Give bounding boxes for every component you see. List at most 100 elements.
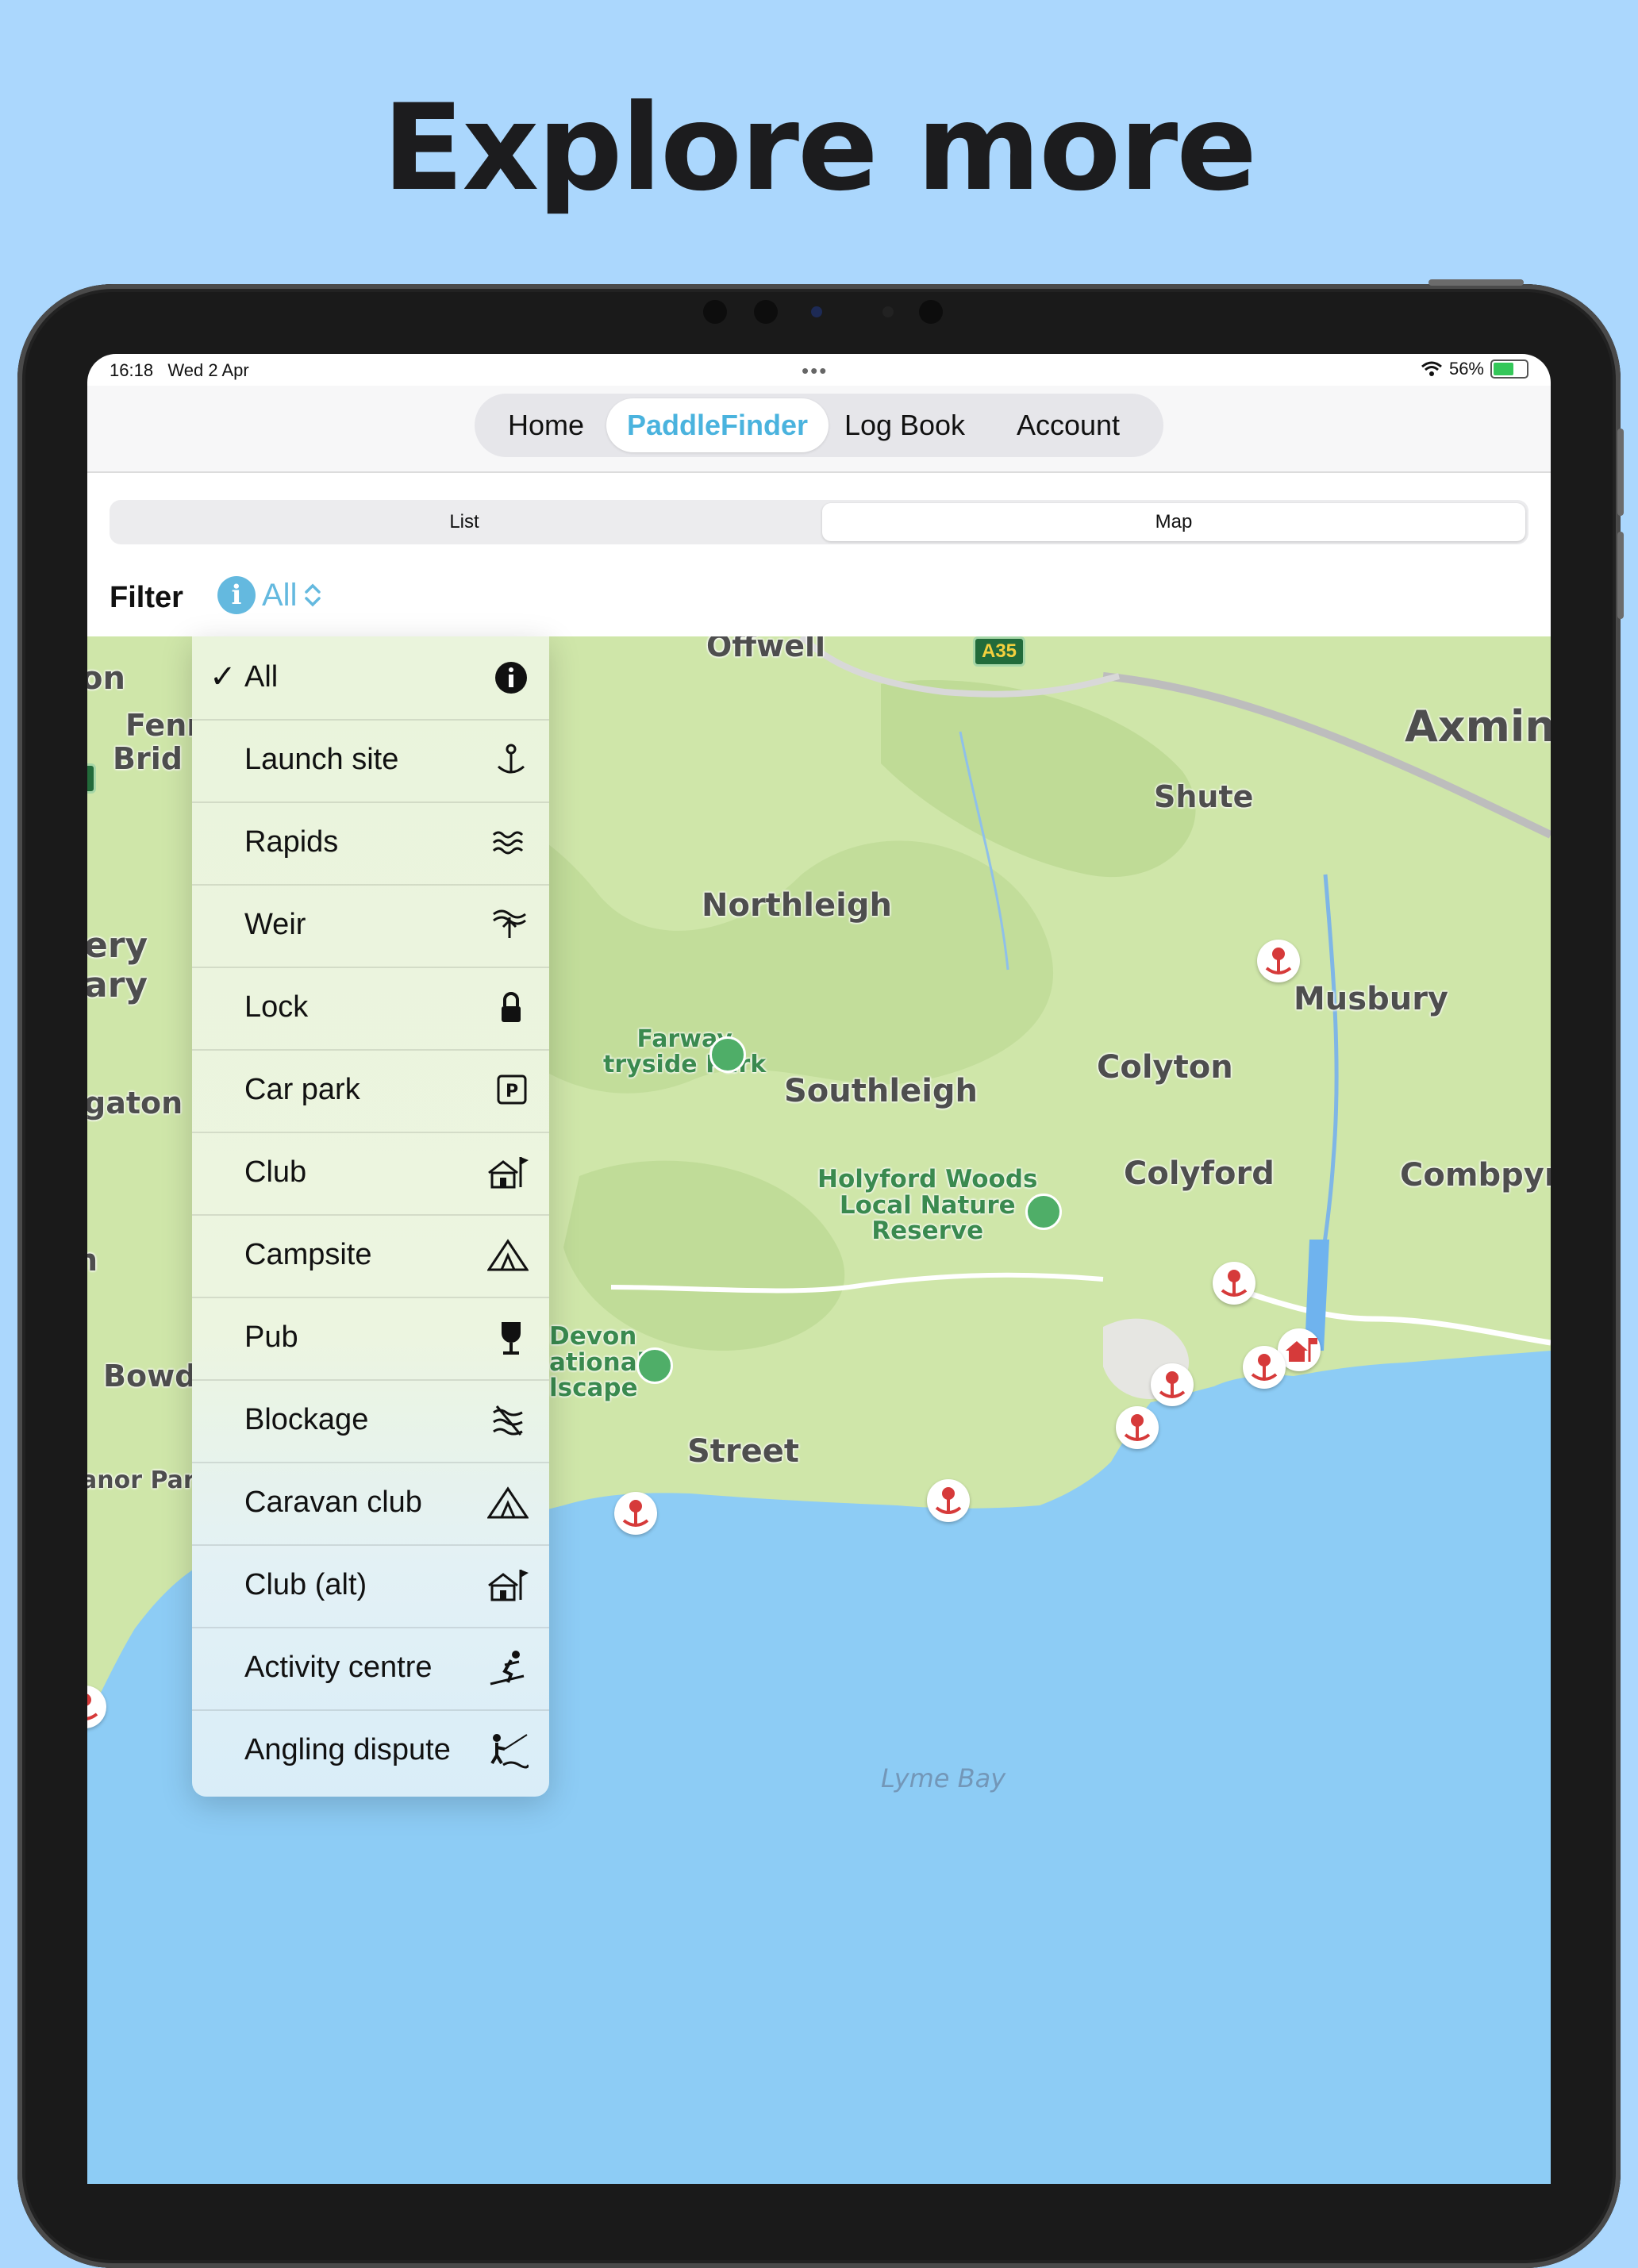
map-pin-launch-site-icon[interactable]	[1257, 940, 1300, 982]
filter-label: Filter	[110, 581, 183, 614]
filter-bar: Filter i All	[87, 557, 1551, 636]
road-sign-a35: A35	[973, 636, 1026, 667]
map-pin-launch-site-icon[interactable]	[1243, 1346, 1286, 1389]
status-bar: 16:18 Wed 2 Apr ••• 56%	[87, 354, 1551, 386]
map-label-partial: n	[87, 1243, 98, 1278]
club-icon	[488, 1157, 529, 1189]
wifi-icon	[1421, 361, 1442, 376]
top-navigation: Home PaddleFinder Log Book Account	[87, 386, 1551, 473]
map-label-combpyne: Combpyn	[1400, 1157, 1551, 1194]
map-label-holyford: Holyford Woods Local Nature Reserve	[817, 1165, 1038, 1246]
caravan-club-icon	[487, 1486, 529, 1519]
map-pin-launch-site-icon[interactable]	[1151, 1363, 1194, 1406]
filter-select[interactable]: i All	[217, 576, 322, 614]
map-label-bridge: Brid	[113, 741, 183, 776]
status-indicators: 56%	[1421, 359, 1528, 379]
blockage-icon	[493, 1405, 523, 1436]
park-icon	[709, 1036, 746, 1073]
camera-icon	[703, 300, 727, 324]
map-view-button[interactable]: Map	[822, 503, 1525, 541]
filter-option-blockage[interactable]: Blockage	[192, 1379, 549, 1463]
map-label-partial: on	[87, 660, 125, 697]
map-label-axminster: Axmins	[1405, 702, 1551, 752]
map-pin-launch-site-icon[interactable]	[614, 1492, 657, 1535]
filter-option-car-park[interactable]: Car park P	[192, 1049, 549, 1133]
tab-account[interactable]: Account	[981, 398, 1155, 452]
filter-option-activity-centre[interactable]: Activity centre	[192, 1627, 549, 1711]
filter-option-label: Club (alt)	[244, 1568, 367, 1601]
filter-option-angling-dispute[interactable]: Angling dispute	[192, 1709, 549, 1792]
view-toggle: List Map	[110, 500, 1528, 544]
filter-option-weir[interactable]: Weir	[192, 884, 549, 968]
map-label-street: Street	[687, 1433, 800, 1470]
filter-option-label: All	[244, 660, 279, 694]
filter-option-label: Launch site	[244, 743, 399, 776]
car-park-icon: P	[497, 1074, 527, 1105]
filter-option-launch-site[interactable]: Launch site	[192, 719, 549, 803]
camera-icon	[919, 300, 943, 324]
list-view-button[interactable]: List	[113, 503, 816, 541]
multitasking-dots-icon[interactable]: •••	[802, 359, 828, 383]
volume-down-button	[1617, 532, 1624, 619]
pub-icon	[502, 1322, 521, 1355]
lock-icon	[502, 992, 521, 1022]
map-label-bowd: Bowd	[103, 1359, 197, 1393]
road-sign: 0	[87, 763, 97, 794]
filter-option-club[interactable]: Club	[192, 1132, 549, 1216]
map-label-lyme-bay: Lyme Bay	[881, 1763, 1006, 1793]
club-alt-icon	[488, 1570, 529, 1601]
map-label-colyton: Colyton	[1097, 1049, 1233, 1086]
filter-option-campsite[interactable]: Campsite	[192, 1214, 549, 1298]
activity-centre-icon	[490, 1651, 525, 1686]
sensor-icon	[811, 306, 822, 317]
volume-up-button	[1617, 429, 1624, 516]
map-label-partial: ery	[87, 925, 148, 966]
headline: Explore more	[382, 79, 1257, 217]
filter-option-label: Blockage	[244, 1403, 369, 1436]
map-label-offwell: Offwell	[706, 636, 826, 663]
filter-option-label: Activity centre	[244, 1651, 433, 1684]
campsite-icon	[487, 1239, 529, 1271]
map-label-partial: gaton	[87, 1086, 183, 1121]
launch-site-icon	[498, 744, 525, 774]
map-label-musbury: Musbury	[1294, 981, 1448, 1017]
weir-icon	[493, 909, 526, 938]
filter-value: All	[262, 577, 298, 613]
map-label-devon: Devon ational lscape	[549, 1322, 646, 1403]
rapids-icon	[492, 831, 524, 855]
top-button	[1428, 279, 1524, 286]
map-label-northleigh: Northleigh	[702, 887, 892, 924]
filter-option-label: Car park	[244, 1073, 360, 1106]
filter-option-club-alt[interactable]: Club (alt)	[192, 1544, 549, 1628]
filter-option-label: Angling dispute	[244, 1733, 451, 1766]
filter-option-label: Caravan club	[244, 1486, 422, 1519]
filter-option-label: Pub	[244, 1320, 298, 1354]
filter-option-all[interactable]: ✓ All	[192, 636, 549, 721]
camera-icon	[754, 300, 778, 324]
filter-option-pub[interactable]: Pub	[192, 1297, 549, 1381]
map-pin-launch-site-icon[interactable]	[87, 1686, 106, 1728]
tab-log-book[interactable]: Log Book	[829, 398, 981, 452]
map-label-shute: Shute	[1154, 779, 1254, 814]
filter-option-label: Club	[244, 1155, 307, 1189]
filter-dropdown-menu: ✓ All Launch site Rapids Weir Lock Car p…	[192, 636, 549, 1797]
tab-paddlefinder[interactable]: PaddleFinder	[606, 398, 829, 452]
map-pin-launch-site-icon[interactable]	[927, 1479, 970, 1522]
filter-option-caravan-club[interactable]: Caravan club	[192, 1462, 549, 1546]
park-icon	[1025, 1194, 1062, 1230]
filter-option-label: Lock	[244, 990, 309, 1024]
park-icon	[636, 1347, 673, 1384]
tab-bar: Home PaddleFinder Log Book Account	[475, 394, 1163, 457]
filter-option-label: Campsite	[244, 1238, 372, 1271]
map-pin-launch-site-icon[interactable]	[1116, 1406, 1159, 1449]
map-pin-launch-site-icon[interactable]	[1213, 1262, 1255, 1305]
battery-icon	[1490, 359, 1528, 379]
info-circle-icon	[495, 662, 527, 694]
info-icon: i	[217, 576, 256, 614]
sensor-icon	[882, 306, 894, 317]
filter-option-rapids[interactable]: Rapids	[192, 801, 549, 886]
filter-option-label: Rapids	[244, 825, 339, 859]
map-label-partial: ary	[87, 965, 148, 1005]
filter-option-lock[interactable]: Lock	[192, 967, 549, 1051]
tab-home[interactable]: Home	[483, 398, 609, 452]
